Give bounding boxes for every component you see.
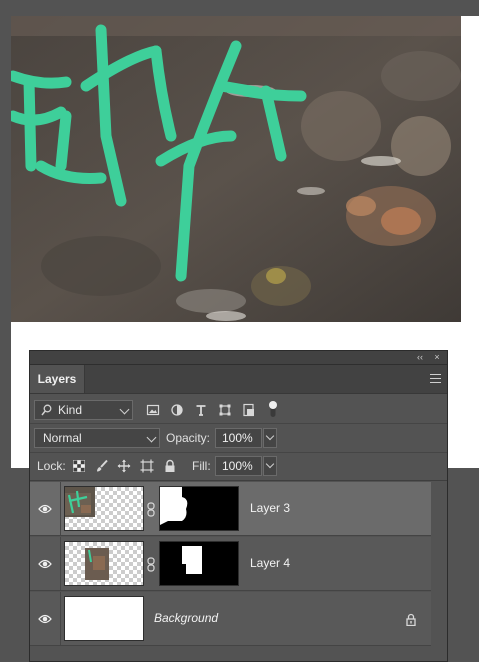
eye-icon xyxy=(38,504,52,514)
blend-mode-value: Normal xyxy=(43,431,82,445)
filter-kind-label: Kind xyxy=(58,403,83,417)
panel-tab-strip: Layers xyxy=(30,365,447,394)
search-icon xyxy=(41,404,52,416)
smart-object-filter-icon[interactable] xyxy=(242,403,256,417)
lock-row: Lock: Fill: 100% xyxy=(30,453,447,481)
layer-thumbnail[interactable] xyxy=(64,541,144,586)
opacity-slider-button[interactable] xyxy=(263,428,277,448)
canvas-photo-graffiti[interactable] xyxy=(11,16,461,322)
filter-kind-dropdown[interactable]: Kind xyxy=(34,400,133,420)
layer-name: Layer 4 xyxy=(250,556,291,570)
layer-mask-thumbnail[interactable] xyxy=(159,541,239,586)
fill-slider-button[interactable] xyxy=(263,456,277,476)
image-filter-icon[interactable] xyxy=(146,403,160,417)
layer-name: Layer 3 xyxy=(250,501,291,515)
layers-list: Layer 3 Layer 4 Background xyxy=(30,482,447,661)
type-filter-icon[interactable] xyxy=(194,403,208,417)
visibility-toggle[interactable] xyxy=(30,537,61,590)
blend-mode-row: Normal Opacity: 100% xyxy=(30,424,447,453)
layer-row-layer-4[interactable]: Layer 4 xyxy=(30,537,432,591)
layers-scrollbar[interactable] xyxy=(431,482,447,661)
panel-title-bar[interactable]: ‹‹ × xyxy=(30,351,447,365)
shape-filter-icon[interactable] xyxy=(218,403,232,417)
eye-icon xyxy=(38,559,52,569)
panel-menu-icon[interactable] xyxy=(430,374,441,383)
layer-name: Background xyxy=(154,611,219,625)
eye-icon xyxy=(38,614,52,624)
fill-label: Fill: xyxy=(192,459,211,473)
chevron-down-icon xyxy=(146,432,157,443)
layer-filter-row: Kind xyxy=(30,396,447,424)
chevron-down-icon xyxy=(265,459,275,469)
filter-toggle-icon[interactable] xyxy=(268,400,278,418)
lock-artboard-icon[interactable] xyxy=(140,459,154,473)
chevron-down-icon xyxy=(119,404,130,415)
opacity-input[interactable]: 100% xyxy=(215,428,262,448)
lock-transparent-pixels-icon[interactable] xyxy=(73,460,85,472)
lock-image-pixels-icon[interactable] xyxy=(95,459,109,473)
opacity-value: 100% xyxy=(222,431,253,445)
layer-row-background[interactable]: Background xyxy=(30,592,432,646)
layer-row-layer-3[interactable]: Layer 3 xyxy=(30,482,432,536)
visibility-toggle[interactable] xyxy=(30,592,61,645)
mask-link-icon[interactable] xyxy=(147,557,155,572)
tab-layers[interactable]: Layers xyxy=(30,365,85,393)
blend-mode-dropdown[interactable]: Normal xyxy=(34,428,160,448)
lock-icon[interactable] xyxy=(405,613,417,626)
layer-thumbnail[interactable] xyxy=(64,486,144,531)
visibility-toggle[interactable] xyxy=(30,482,61,535)
adjustment-filter-icon[interactable] xyxy=(170,403,184,417)
lock-position-icon[interactable] xyxy=(117,459,131,473)
layer-thumbnail[interactable] xyxy=(64,596,144,641)
chevron-down-icon xyxy=(265,431,275,441)
opacity-label: Opacity: xyxy=(166,431,211,445)
close-panel-button[interactable]: × xyxy=(430,351,444,364)
fill-value: 100% xyxy=(222,459,253,473)
lock-label: Lock: xyxy=(37,459,66,473)
mask-link-icon[interactable] xyxy=(147,502,155,517)
lock-all-icon[interactable] xyxy=(163,459,177,473)
fill-input[interactable]: 100% xyxy=(215,456,262,476)
layer-mask-thumbnail[interactable] xyxy=(159,486,239,531)
collapse-panel-button[interactable]: ‹‹ xyxy=(413,351,427,364)
layers-panel: ‹‹ × Layers Kind Normal Opacity: 100% Lo… xyxy=(29,350,448,662)
